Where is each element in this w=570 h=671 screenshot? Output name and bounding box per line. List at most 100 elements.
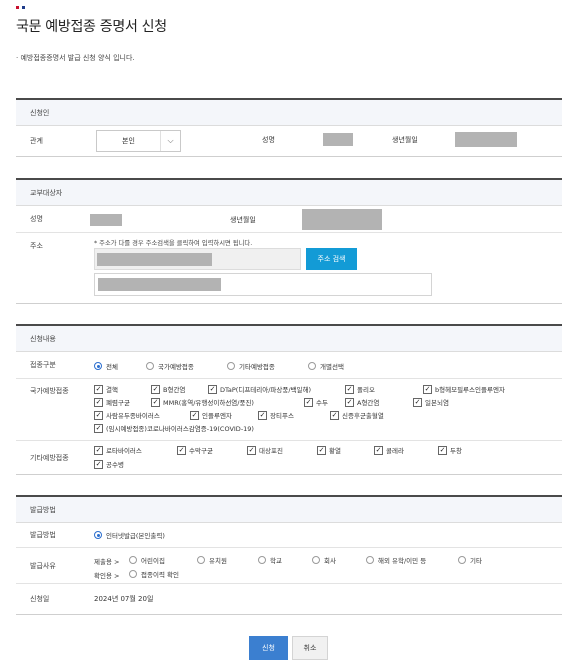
other-item[interactable]: ✓ 황열 [317,445,341,455]
checkbox-checked-icon: ✓ [413,397,422,407]
korean-flag-icon [16,6,25,9]
address-search-button[interactable]: 주소 검색 [306,248,357,270]
radio-icon [129,570,137,578]
national-item[interactable]: ✓ 사람유두종바이러스 [94,410,160,420]
other-item[interactable]: ✓ 대상포진 [247,445,283,455]
type-option-all[interactable]: 전체 [94,361,118,371]
radio-icon [197,556,205,564]
other-item-label: 수막구균 [189,447,213,455]
reason-confirm-prefix: 확인용 > [94,572,120,580]
other-item[interactable]: ✓ 수막구균 [177,445,213,455]
checkbox-checked-icon: ✓ [345,384,354,394]
type-option-individual[interactable]: 개별선택 [308,361,344,371]
national-item[interactable]: ✓ B형간염 [151,384,185,394]
radio-icon [366,556,374,564]
reason-option[interactable]: 접종이력 확인 [129,569,179,579]
radio-checked-icon [94,362,102,370]
national-item[interactable]: ✓ 일본뇌염 [413,397,449,407]
intro-text: · 예방접종증명서 발급 신청 양식 입니다. [16,54,135,62]
checkbox-checked-icon: ✓ [208,384,217,394]
national-item[interactable]: ✓ MMR(홍역/유행성이하선염/풍진) [151,397,254,407]
other-item-label: 황열 [329,447,341,455]
national-item-label: 폐렴구균 [106,399,130,407]
radio-icon [312,556,320,564]
national-item-label: A형간염 [357,399,380,407]
type-option-all-label: 전체 [106,363,118,371]
national-item[interactable]: ✓ 수두 [304,397,328,407]
contents-section: 신청내용 접종구분 전체 국가예방접종 기타예방접종 개별선택 국가예방접종 ✓… [16,324,562,475]
national-item[interactable]: ✓ 신증후군출혈열 [330,410,384,420]
address-detail-field[interactable] [94,273,432,296]
applicant-birth-label: 생년월일 [392,136,418,144]
checkbox-checked-icon: ✓ [317,445,326,455]
reason-option[interactable]: 유치원 [197,555,227,565]
type-option-national[interactable]: 국가예방접종 [146,361,194,371]
radio-icon [129,556,137,564]
checkbox-checked-icon: ✓ [423,384,432,394]
reason-option[interactable]: 기타 [458,555,482,565]
method-option-label: 인터넷발급(본인출력) [106,532,165,540]
cancel-button[interactable]: 취소 [292,636,328,660]
type-option-other[interactable]: 기타예방접종 [227,361,275,371]
checkbox-checked-icon: ✓ [258,410,267,420]
checkbox-checked-icon: ✓ [94,445,103,455]
national-item[interactable]: ✓ 장티푸스 [258,410,294,420]
checkbox-checked-icon: ✓ [94,410,103,420]
radio-icon [308,362,316,370]
national-item[interactable]: ✓ 폐렴구균 [94,397,130,407]
checkbox-checked-icon: ✓ [177,445,186,455]
reason-option[interactable]: 어린이집 [129,555,165,565]
method-label: 발급방법 [30,531,56,539]
national-item[interactable]: ✓ (임시예방접종)코로나바이러스감염증-19(COVID-19) [94,423,254,433]
section-title-recipient: 교부대상자 [16,180,562,206]
checkbox-checked-icon: ✓ [94,397,103,407]
reason-option-label: 해외 유학/이민 등 [378,557,427,565]
national-item-label: 장티푸스 [270,412,294,420]
national-item-label: 수두 [316,399,328,407]
reason-option-label: 기타 [470,557,482,565]
other-item[interactable]: ✓ 두창 [438,445,462,455]
other-item-label: 콜레라 [386,447,404,455]
postal-code-field[interactable] [94,248,301,270]
radio-icon [258,556,266,564]
submit-button[interactable]: 신청 [249,636,288,660]
relation-label: 관계 [30,136,43,145]
reason-option[interactable]: 학교 [258,555,282,565]
recipient-birth-label: 생년월일 [230,216,256,224]
applicant-birth-masked [455,132,517,147]
national-item[interactable]: ✓ 결핵 [94,384,118,394]
other-item[interactable]: ✓ 콜레라 [374,445,404,455]
national-item[interactable]: ✓ b형헤모필루스인플루엔자 [423,384,505,394]
applicant-name-masked [323,133,353,146]
national-item[interactable]: ✓ DTaP(디프테리아/파상풍/백일해) [208,384,311,394]
checkbox-checked-icon: ✓ [94,384,103,394]
other-item[interactable]: ✓ 로타바이러스 [94,445,142,455]
checkbox-checked-icon: ✓ [345,397,354,407]
national-item[interactable]: ✓ 폴리오 [345,384,375,394]
reason-submit-prefix: 제출용 > [94,558,120,566]
other-item-label: 공수병 [106,461,124,469]
checkbox-checked-icon: ✓ [438,445,447,455]
national-item-label: 일본뇌염 [425,399,449,407]
relation-select[interactable]: 본인 ⌵ [96,129,181,152]
radio-checked-icon [94,531,102,539]
reason-option[interactable]: 해외 유학/이민 등 [366,555,426,565]
section-title-issuance: 발급방법 [16,497,562,523]
reason-option-label: 학교 [270,557,282,565]
national-item[interactable]: ✓ 인플루엔자 [190,410,232,420]
relation-select-value: 본인 [122,136,135,145]
method-option-internet[interactable]: 인터넷발급(본인출력) [94,530,165,540]
recipient-section: 교부대상자 성명 생년월일 주소 * 주소가 다를 경우 주소검색을 클릭하여 … [16,178,562,304]
section-title-applicant: 신청인 [16,100,562,126]
postal-code-masked [97,253,212,266]
checkbox-checked-icon: ✓ [94,423,103,433]
national-item[interactable]: ✓ A형간염 [345,397,379,407]
reason-option[interactable]: 회사 [312,555,336,565]
radio-icon [458,556,466,564]
type-option-national-label: 국가예방접종 [158,363,194,371]
checkbox-checked-icon: ✓ [304,397,313,407]
reason-option-label: 접종이력 확인 [141,571,179,579]
address-note: * 주소가 다를 경우 주소검색을 클릭하여 입력하시면 됩니다. [94,240,253,247]
other-item[interactable]: ✓ 공수병 [94,459,124,469]
reason-option-label: 어린이집 [141,557,165,565]
